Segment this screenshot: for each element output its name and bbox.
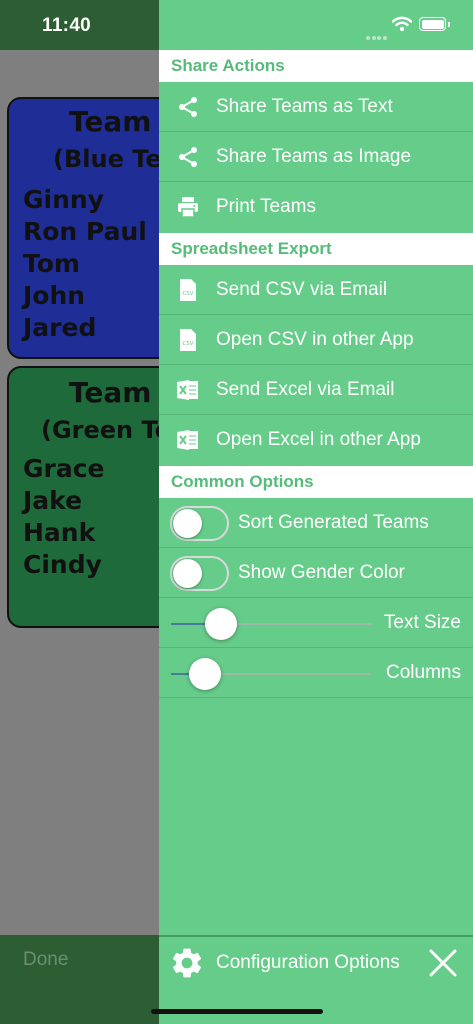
csv-file-icon: CSV xyxy=(180,279,196,301)
section-header-spreadsheet-export: Spreadsheet Export xyxy=(159,233,473,265)
team-member: John xyxy=(23,281,86,310)
share-teams-text-button[interactable]: Share Teams as Text xyxy=(159,82,473,132)
open-csv-app-button[interactable]: CSV Open CSV in other App xyxy=(159,315,473,365)
team-card-green[interactable]: Team 3 (Green Team) Grace Jake Hank Cind… xyxy=(7,366,159,628)
team-member: Tom xyxy=(23,249,80,278)
configuration-title: Configuration Options xyxy=(216,952,400,973)
sort-teams-toggle[interactable] xyxy=(170,506,229,541)
teams-background: Team 1 (Blue Team) Ginny Ron Paul Tom Jo… xyxy=(0,50,159,935)
team-title: Team 3 xyxy=(69,376,159,409)
section-header-share-actions: Share Actions xyxy=(159,50,473,82)
slider-label: Columns xyxy=(386,662,461,683)
excel-icon xyxy=(177,380,198,400)
share-teams-image-button[interactable]: Share Teams as Image xyxy=(159,132,473,182)
done-button[interactable]: Done xyxy=(23,949,68,971)
row-label: Send Excel via Email xyxy=(216,379,395,400)
team-member: Grace xyxy=(23,454,105,483)
columns-slider[interactable] xyxy=(171,658,371,690)
team-member: Jared xyxy=(23,313,97,342)
options-panel: Share Actions Share Teams as Text Share … xyxy=(159,50,473,935)
bottom-bar-left: Done xyxy=(0,935,159,1024)
text-size-slider[interactable] xyxy=(171,608,371,640)
team-member: Hank xyxy=(23,518,96,547)
row-label: Open Excel in other App xyxy=(216,429,421,450)
team-member: Cindy xyxy=(23,550,102,579)
columns-row: Columns xyxy=(159,648,473,698)
open-excel-app-button[interactable]: Open Excel in other App xyxy=(159,415,473,465)
row-label: Send CSV via Email xyxy=(216,279,388,300)
team-subtitle: (Green Team) xyxy=(41,416,159,444)
status-bar: 11:40 xyxy=(0,0,473,50)
gender-color-toggle[interactable] xyxy=(170,556,229,591)
slider-thumb[interactable] xyxy=(205,608,237,640)
status-time: 11:40 xyxy=(42,15,92,36)
send-excel-email-button[interactable]: Send Excel via Email xyxy=(159,365,473,415)
team-card-blue[interactable]: Team 1 (Blue Team) Ginny Ron Paul Tom Jo… xyxy=(7,97,159,359)
text-size-row: Text Size xyxy=(159,598,473,648)
close-icon[interactable] xyxy=(427,947,459,979)
printer-icon xyxy=(178,197,198,218)
csv-icon-text: CSV xyxy=(182,341,193,347)
csv-icon-text: CSV xyxy=(182,291,193,297)
send-csv-email-button[interactable]: CSV Send CSV via Email xyxy=(159,265,473,315)
row-label: Share Teams as Text xyxy=(216,96,393,117)
row-label: Print Teams xyxy=(216,196,316,217)
slider-thumb[interactable] xyxy=(189,658,221,690)
share-icon xyxy=(179,97,197,117)
sort-teams-row: Sort Generated Teams xyxy=(159,498,473,548)
print-teams-button[interactable]: Print Teams xyxy=(159,182,473,232)
excel-icon xyxy=(177,430,198,450)
home-indicator xyxy=(151,1009,323,1014)
slider-label: Text Size xyxy=(383,612,461,633)
team-member: Ginny xyxy=(23,185,104,214)
wifi-icon xyxy=(392,16,412,32)
row-label: Share Teams as Image xyxy=(216,146,412,167)
team-subtitle: (Blue Team) xyxy=(53,145,159,173)
team-member: Ron Paul xyxy=(23,217,147,246)
gender-color-row: Show Gender Color xyxy=(159,548,473,598)
share-icon xyxy=(179,147,197,167)
team-member: Jake xyxy=(23,486,83,515)
cellular-signal-icon xyxy=(366,27,388,45)
csv-file-icon: CSV xyxy=(180,329,196,351)
gear-icon xyxy=(172,948,202,978)
section-header-common-options: Common Options xyxy=(159,466,473,498)
battery-icon xyxy=(419,17,450,31)
row-label: Open CSV in other App xyxy=(216,329,414,350)
toggle-label: Sort Generated Teams xyxy=(238,512,429,533)
toggle-label: Show Gender Color xyxy=(238,562,405,583)
team-title: Team 1 xyxy=(69,105,159,138)
